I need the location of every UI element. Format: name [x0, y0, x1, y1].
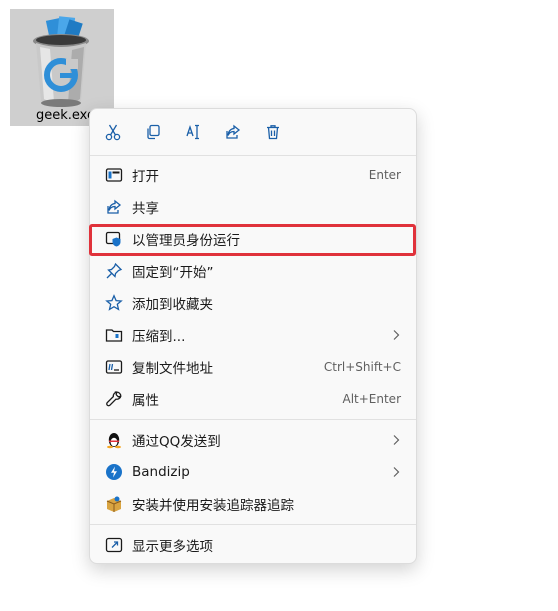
menu-item-label: 显示更多选项	[132, 539, 213, 555]
menu-item-open[interactable]: 打开 Enter	[91, 160, 417, 190]
menu-item-run-as-admin[interactable]: 以管理员身份运行	[91, 224, 417, 254]
trash-icon	[267, 125, 279, 140]
shortcut-label: Enter	[368, 168, 401, 182]
admin-shield-icon	[105, 230, 123, 248]
share-icon	[105, 198, 123, 216]
menu-item-add-favorites[interactable]: 添加到收藏夹	[91, 288, 417, 318]
package-box-icon	[105, 495, 123, 513]
share-button[interactable]	[222, 121, 244, 143]
menu-item-label: 属性	[132, 393, 159, 409]
menu-item-install-tracker[interactable]: 安装并使用安装追踪器追踪	[91, 489, 417, 519]
menu-item-copy-path[interactable]: 复制文件地址 Ctrl+Shift+C	[91, 352, 417, 382]
recycle-bin-g-icon	[33, 16, 89, 107]
menu-item-label: 压缩到...	[132, 329, 186, 345]
chevron-right-icon	[393, 467, 400, 477]
shortcut-label: Ctrl+Shift+C	[323, 360, 401, 374]
menu-item-label: 固定到“开始”	[132, 265, 214, 281]
share-icon	[226, 124, 241, 139]
copy-button[interactable]	[142, 121, 164, 143]
expand-more-icon	[105, 536, 123, 554]
menu-item-label: 以管理员身份运行	[132, 233, 240, 249]
menu-item-label: 安装并使用安装追踪器追踪	[132, 498, 294, 514]
menu-item-bandizip[interactable]: Bandizip	[91, 457, 417, 487]
rename-icon	[186, 124, 199, 140]
menu-item-properties[interactable]: 属性 Alt+Enter	[91, 384, 417, 414]
menu-item-label: 复制文件地址	[132, 361, 213, 377]
rename-button[interactable]	[182, 121, 204, 143]
scissors-icon	[105, 124, 121, 141]
menu-item-pin-start[interactable]: 固定到“开始”	[91, 256, 417, 286]
menu-item-label: 添加到收藏夹	[132, 297, 213, 313]
chevron-right-icon	[393, 435, 400, 445]
separator	[90, 419, 416, 420]
pin-icon	[105, 262, 123, 280]
star-icon	[105, 294, 123, 312]
bandizip-icon	[105, 463, 123, 481]
shortcut-label: Alt+Enter	[342, 392, 401, 406]
cut-button[interactable]	[102, 121, 124, 143]
copy-icon	[147, 124, 160, 140]
context-menu: 打开 Enter 共享 以管理员身份运行 固定到“开始” 添加到收藏夹 压缩到.…	[89, 108, 417, 564]
menu-item-label: 打开	[132, 169, 159, 185]
chevron-right-icon	[393, 330, 400, 340]
zip-folder-icon	[105, 326, 123, 344]
separator	[90, 155, 416, 156]
separator	[90, 524, 416, 525]
wrench-icon	[105, 390, 123, 408]
delete-button[interactable]	[262, 121, 284, 143]
qq-penguin-icon	[105, 431, 123, 449]
menu-item-share[interactable]: 共享	[91, 192, 417, 222]
menu-item-label: 共享	[132, 201, 159, 217]
menu-item-more-options[interactable]: 显示更多选项	[91, 530, 417, 560]
context-menu-toolbar	[90, 109, 416, 155]
menu-item-label: 通过QQ发送到	[132, 434, 221, 450]
menu-item-compress[interactable]: 压缩到...	[91, 320, 417, 350]
menu-item-label: Bandizip	[132, 464, 190, 480]
open-window-icon	[105, 166, 123, 184]
menu-item-send-qq[interactable]: 通过QQ发送到	[91, 425, 417, 455]
copy-path-icon	[105, 358, 123, 376]
